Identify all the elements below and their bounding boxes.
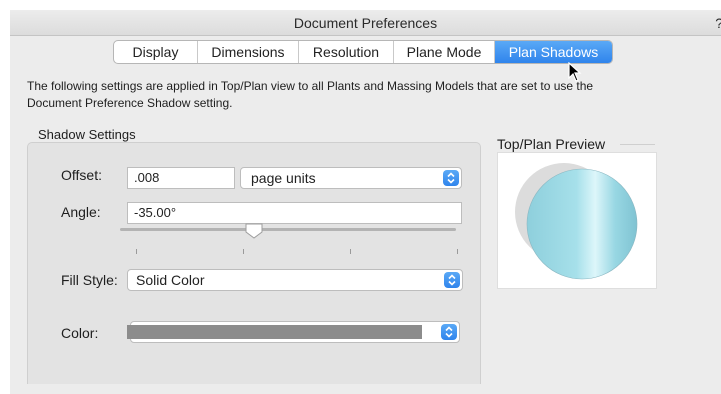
fill-style-label: Fill Style: xyxy=(61,272,118,288)
top-plan-preview xyxy=(497,152,657,289)
description-text: The following settings are applied in To… xyxy=(27,79,594,110)
preview-divider xyxy=(620,144,655,145)
tab-resolution[interactable]: Resolution xyxy=(299,41,394,63)
help-button[interactable]: ? xyxy=(715,15,721,31)
slider-tick xyxy=(243,249,244,254)
offset-units-value: page units xyxy=(251,170,316,186)
fill-style-select[interactable]: Solid Color xyxy=(127,269,463,291)
tab-display[interactable]: Display xyxy=(114,41,198,63)
tab-plan-shadows[interactable]: Plan Shadows xyxy=(495,41,612,63)
offset-input[interactable]: .008 xyxy=(127,167,235,189)
chevron-updown-icon xyxy=(444,272,460,288)
tab-plane-mode[interactable]: Plane Mode xyxy=(394,41,495,63)
preview-heading: Top/Plan Preview xyxy=(497,136,606,152)
title-bar: Document Preferences ? xyxy=(10,10,721,36)
color-label: Color: xyxy=(61,325,99,341)
tab-bar: Display Dimensions Resolution Plane Mode… xyxy=(113,40,613,64)
chevron-updown-icon xyxy=(443,170,459,186)
angle-input[interactable]: -35.00° xyxy=(127,202,462,224)
slider-tick xyxy=(136,249,137,254)
preview-canvas xyxy=(515,163,638,280)
shadow-settings-heading: Shadow Settings xyxy=(38,127,136,142)
slider-tick xyxy=(350,249,351,254)
angle-label: Angle: xyxy=(61,204,101,220)
color-swatch xyxy=(127,325,422,339)
offset-label: Offset: xyxy=(61,167,102,183)
slider-tick xyxy=(457,249,458,254)
angle-slider-thumb[interactable] xyxy=(245,223,263,239)
fill-style-value: Solid Color xyxy=(136,272,205,288)
offset-units-select[interactable]: page units xyxy=(240,167,462,189)
chevron-updown-icon xyxy=(441,324,457,340)
angle-slider-track[interactable] xyxy=(120,228,456,231)
window-title: Document Preferences xyxy=(293,15,438,31)
object-shape xyxy=(526,168,638,280)
tab-dimensions[interactable]: Dimensions xyxy=(198,41,299,63)
